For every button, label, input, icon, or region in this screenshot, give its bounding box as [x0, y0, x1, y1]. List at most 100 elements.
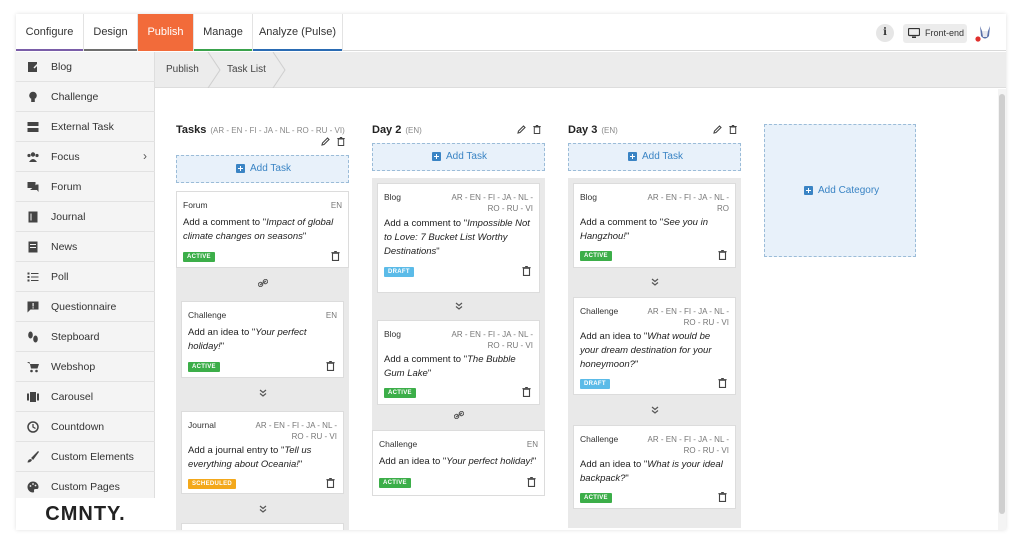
sidebar-item-label: Custom Elements: [51, 451, 134, 463]
sidebar-item-external-task[interactable]: External Task: [16, 112, 155, 142]
trash-icon[interactable]: [527, 477, 536, 487]
sidebar-item-label: Journal: [51, 211, 86, 223]
breadcrumb-separator-icon: [272, 52, 286, 88]
double-chevron-down-icon[interactable]: [650, 278, 660, 286]
sidebar-item-challenge[interactable]: Challenge: [16, 82, 155, 112]
task-card-challenge[interactable]: Challenge EN Add an idea to "Your perfec…: [181, 301, 344, 378]
task-card-blog[interactable]: Blog AR - EN - FI - JA - NL - RO - RU - V…: [377, 320, 540, 405]
tab-manage[interactable]: Manage: [194, 14, 253, 51]
trash-icon[interactable]: [718, 250, 727, 260]
sidebar-item-poll[interactable]: Poll: [16, 262, 155, 292]
column-languages: (AR - EN - FI - JA - NL - RO - RU - VI): [210, 126, 345, 135]
sidebar-item-label: Webshop: [51, 361, 96, 373]
card-languages: AR - EN - FI - JA - NL - RO: [647, 193, 729, 213]
tab-analyze-pulse[interactable]: Analyze (Pulse): [253, 14, 343, 51]
card-languages: AR - EN - FI - JA - NL - RO - RU - VI: [647, 435, 729, 455]
bulb-icon: [29, 91, 37, 102]
add-category-button[interactable]: Add Category: [764, 124, 916, 257]
double-chevron-down-icon[interactable]: [258, 505, 268, 513]
double-chevron-down-icon[interactable]: [454, 302, 464, 310]
sidebar-item-label: Blog: [51, 61, 73, 73]
task-card-challenge[interactable]: Challenge AR - EN - FI - JA - NL - RO - R…: [573, 297, 736, 395]
trash-icon[interactable]: [522, 387, 531, 397]
plus-icon: [432, 152, 441, 161]
sidebar-item-stepboard[interactable]: Stepboard: [16, 322, 155, 352]
tab-publish[interactable]: Publish: [138, 14, 194, 51]
task-board: Tasks (AR - EN - FI - JA - NL - RO - RU -…: [155, 89, 998, 530]
trash-icon[interactable]: [729, 125, 737, 134]
sidebar-item-webshop[interactable]: Webshop: [16, 352, 155, 382]
sidebar-item-forum[interactable]: Forum: [16, 172, 155, 202]
news-icon: [28, 241, 38, 253]
sidebar-item-label: Poll: [51, 271, 69, 283]
task-card-challenge[interactable]: Challenge AR - EN - FI - JA - NL - RO - R…: [573, 425, 736, 509]
task-card-challenge[interactable]: Challenge EN Add an idea to "Your perfec…: [372, 430, 545, 496]
tab-design[interactable]: Design: [84, 14, 138, 51]
sidebar-item-focus[interactable]: Focus ›: [16, 142, 155, 172]
trash-icon[interactable]: [718, 492, 727, 502]
pencil-icon[interactable]: [517, 125, 526, 134]
plus-icon: [804, 185, 813, 195]
vertical-scrollbar[interactable]: [998, 89, 1006, 530]
link-icon[interactable]: [454, 411, 464, 419]
double-chevron-down-icon[interactable]: [650, 406, 660, 414]
link-icon[interactable]: [258, 279, 268, 287]
breadcrumb-item-task-list[interactable]: Task List: [227, 52, 266, 88]
breadcrumb-item-publish[interactable]: Publish: [166, 52, 199, 88]
tab-underline: [16, 49, 83, 51]
user-avatar[interactable]: [974, 22, 996, 44]
task-card-blog[interactable]: Blog AR - EN - FI - JA - NL - RO Add a co…: [573, 183, 736, 268]
card-languages: AR - EN - FI - JA - NL - RO - RU - VI: [647, 307, 729, 327]
journal-icon: [28, 211, 38, 223]
sidebar: Blog Challenge External Task Focus › For…: [16, 52, 155, 530]
scrollbar-thumb[interactable]: [999, 94, 1005, 514]
poll-icon: [27, 272, 39, 282]
tab-configure[interactable]: Configure: [16, 14, 84, 51]
card-languages: EN: [325, 311, 337, 320]
pencil-icon[interactable]: [713, 125, 722, 134]
card-type: Challenge: [580, 434, 619, 444]
task-card-forum[interactable]: Forum EN Add a comment to "Impact of glo…: [176, 191, 349, 268]
task-card-partial[interactable]: [181, 523, 344, 530]
pencil-icon[interactable]: [321, 137, 330, 146]
trash-icon[interactable]: [331, 251, 340, 261]
sidebar-item-news[interactable]: News: [16, 232, 155, 262]
clock-icon: [27, 421, 39, 433]
sidebar-item-blog[interactable]: Blog: [16, 52, 155, 82]
status-badge: DRAFT: [580, 379, 610, 389]
column-title-day-2: Day 2 (EN): [372, 124, 422, 136]
sidebar-item-questionnaire[interactable]: Questionnaire: [16, 292, 155, 322]
sidebar-item-label: Forum: [51, 181, 82, 193]
trash-icon[interactable]: [326, 478, 335, 488]
frontend-button[interactable]: Front-end: [903, 24, 967, 43]
tab-underline: [84, 49, 137, 51]
add-task-button[interactable]: Add Task: [372, 143, 545, 171]
chevron-right-icon: ›: [143, 149, 147, 163]
task-card-journal[interactable]: Journal AR - EN - FI - JA - NL - RO - RU …: [181, 411, 344, 494]
trash-icon[interactable]: [522, 266, 531, 276]
trash-icon[interactable]: [326, 361, 335, 371]
add-task-button[interactable]: Add Task: [176, 155, 349, 183]
palette-icon: [27, 481, 39, 493]
status-badge: ACTIVE: [188, 362, 220, 372]
column-languages: (EN): [405, 126, 422, 135]
sidebar-item-countdown[interactable]: Countdown: [16, 412, 155, 442]
sidebar-item-journal[interactable]: Journal: [16, 202, 155, 232]
app-window: Configure Design Publish Manage Analyze …: [16, 14, 1006, 530]
card-type: Challenge: [188, 310, 227, 320]
info-button[interactable]: i: [876, 24, 894, 42]
double-chevron-down-icon[interactable]: [258, 389, 268, 397]
brand-logo: CMNTY.: [16, 498, 155, 530]
trash-icon[interactable]: [337, 137, 345, 146]
plus-icon: [628, 152, 637, 161]
sidebar-item-custom-elements[interactable]: Custom Elements: [16, 442, 155, 472]
task-card-blog[interactable]: Blog AR - EN - FI - JA - NL - RO - RU - V…: [377, 183, 540, 293]
card-type: Forum: [183, 200, 208, 210]
stepboard-icon: [28, 331, 38, 343]
status-badge: ACTIVE: [379, 478, 411, 488]
add-task-button[interactable]: Add Task: [568, 143, 741, 171]
sidebar-item-carousel[interactable]: Carousel: [16, 382, 155, 412]
trash-icon[interactable]: [718, 378, 727, 388]
trash-icon[interactable]: [533, 125, 541, 134]
add-task-label: Add Task: [250, 163, 291, 174]
